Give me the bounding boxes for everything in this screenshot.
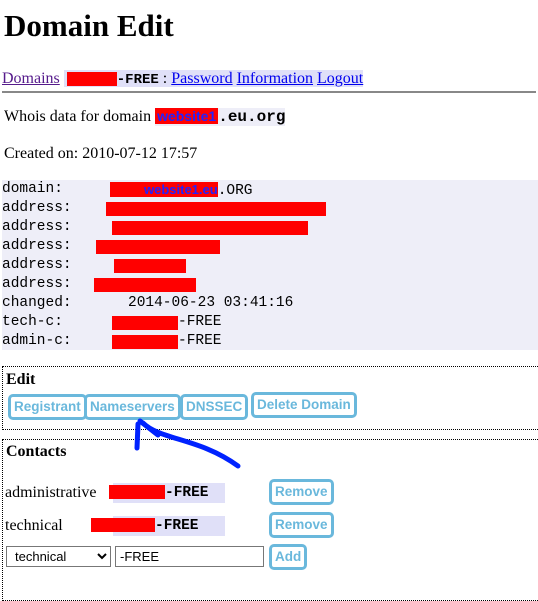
nameservers-button[interactable]: Nameservers <box>84 394 181 420</box>
created-date: Created on: 2010-07-12 17:57 <box>4 145 198 162</box>
password-link[interactable]: Password <box>171 70 232 87</box>
contacts-section: Contacts administrative -FREE Remove tec… <box>2 439 538 601</box>
contact-role: technical <box>5 517 63 534</box>
contact-role: administrative <box>5 484 97 501</box>
user-handle: -FREE : Password Information Logout <box>63 70 364 88</box>
contact-handle: -FREE <box>91 516 225 536</box>
contact-handle-input[interactable] <box>115 546 264 567</box>
whois-heading: Whois data for domain website1 .eu.org <box>4 108 286 126</box>
contact-role-select[interactable]: technical <box>6 546 111 567</box>
page-title: Domain Edit <box>4 8 174 43</box>
contacts-heading: Contacts <box>6 443 67 460</box>
edit-heading: Edit <box>6 371 36 388</box>
add-contact-button[interactable]: Add <box>269 544 308 570</box>
whois-record: domain: website1.eu.ORG address: address:… <box>2 180 538 350</box>
information-link[interactable]: Information <box>237 70 313 87</box>
delete-domain-button[interactable]: Delete Domain <box>251 392 357 418</box>
edit-section: Edit Registrant Nameservers DNSSEC Delet… <box>2 366 538 430</box>
remove-technical-button[interactable]: Remove <box>269 512 334 538</box>
nav-bar: Domains -FREE : Password Information Log… <box>2 68 364 90</box>
domains-link[interactable]: Domains <box>2 70 60 87</box>
remove-administrative-button[interactable]: Remove <box>269 479 334 505</box>
registrant-button[interactable]: Registrant <box>8 394 87 420</box>
logout-link[interactable]: Logout <box>317 70 363 87</box>
contact-handle: -FREE <box>109 483 225 503</box>
redaction <box>66 72 117 87</box>
divider <box>2 91 536 93</box>
dnssec-button[interactable]: DNSSEC <box>180 394 249 420</box>
